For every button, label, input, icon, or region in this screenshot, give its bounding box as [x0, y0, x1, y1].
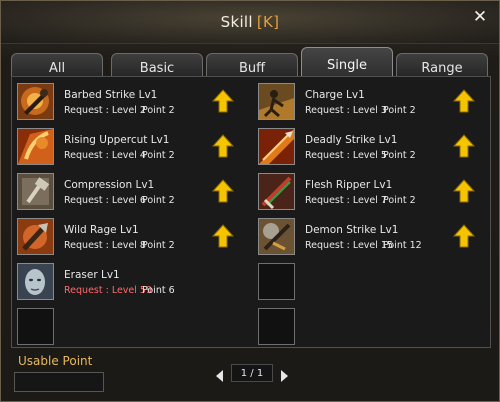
- tab-basic[interactable]: Basic: [111, 53, 203, 77]
- skill-point: Point 2: [142, 105, 175, 116]
- upgrade-arrow-icon[interactable]: [211, 224, 235, 248]
- empty-skill-row: [257, 306, 489, 351]
- chevron-left-icon: [216, 370, 223, 382]
- skill-request: Request : Level 2: [64, 105, 146, 116]
- tab-all[interactable]: All: [11, 53, 103, 77]
- tab-range[interactable]: Range: [396, 53, 488, 77]
- skill-request: Request : Level 7: [305, 195, 387, 206]
- charge-icon[interactable]: [258, 83, 295, 120]
- usable-point-label: Usable Point: [18, 354, 93, 368]
- skill-name: Compression Lv1: [64, 179, 155, 191]
- tab-buff[interactable]: Buff: [206, 53, 298, 77]
- empty-skill-slot[interactable]: [258, 308, 295, 345]
- wild-rage-icon[interactable]: [17, 218, 54, 255]
- close-button[interactable]: ✕: [471, 8, 489, 26]
- usable-point-field: [14, 372, 104, 392]
- skill-point: Point 2: [142, 195, 175, 206]
- upgrade-arrow-icon[interactable]: [452, 89, 476, 113]
- skill-name: Wild Rage Lv1: [64, 224, 139, 236]
- skill-point: Point 2: [383, 195, 416, 206]
- barbed-strike-icon[interactable]: [17, 83, 54, 120]
- skill-point: Point 2: [142, 150, 175, 161]
- skill-name: Barbed Strike Lv1: [64, 89, 158, 101]
- compression-icon[interactable]: [17, 173, 54, 210]
- empty-skill-row: [16, 306, 248, 351]
- skill-row[interactable]: Charge Lv1 Request : Level 3 Point 2: [257, 81, 489, 126]
- skill-name: Deadly Strike Lv1: [305, 134, 398, 146]
- prev-page-button[interactable]: [215, 367, 225, 382]
- skill-row[interactable]: Barbed Strike Lv1 Request : Level 2 Poin…: [16, 81, 248, 126]
- skill-point: Point 2: [383, 105, 416, 116]
- skill-point: Point 12: [383, 240, 422, 251]
- eraser-icon[interactable]: [17, 263, 54, 300]
- skill-point: Point 2: [142, 240, 175, 251]
- skill-row[interactable]: Deadly Strike Lv1 Request : Level 5 Poin…: [257, 126, 489, 171]
- upgrade-arrow-icon[interactable]: [211, 179, 235, 203]
- empty-skill-row: [257, 261, 489, 306]
- empty-skill-slot[interactable]: [17, 308, 54, 345]
- skill-name: Charge Lv1: [305, 89, 365, 101]
- deadly-strike-icon[interactable]: [258, 128, 295, 165]
- title-bar[interactable]: Skill [K] ✕: [1, 1, 499, 44]
- empty-skill-slot[interactable]: [258, 263, 295, 300]
- tab-single[interactable]: Single: [301, 47, 393, 77]
- skill-name: Eraser Lv1: [64, 269, 120, 281]
- tab-bar: All Basic Buff Single Range: [11, 47, 491, 77]
- upgrade-arrow-icon[interactable]: [211, 89, 235, 113]
- skill-request: Request : Level 4: [64, 150, 146, 161]
- upgrade-arrow-icon[interactable]: [452, 224, 476, 248]
- skill-request: Request : Level 59: [64, 285, 153, 296]
- chevron-right-icon: [281, 370, 288, 382]
- skill-name: Rising Uppercut Lv1: [64, 134, 170, 146]
- skill-name: Flesh Ripper Lv1: [305, 179, 393, 191]
- skill-column-left: Barbed Strike Lv1 Request : Level 2 Poin…: [16, 81, 248, 351]
- flesh-ripper-icon[interactable]: [258, 173, 295, 210]
- skill-request: Request : Level 3: [305, 105, 387, 116]
- rising-uppercut-icon[interactable]: [17, 128, 54, 165]
- skill-row[interactable]: Rising Uppercut Lv1 Request : Level 4 Po…: [16, 126, 248, 171]
- close-icon: ✕: [472, 7, 488, 27]
- skill-name: Demon Strike Lv1: [305, 224, 399, 236]
- skill-row[interactable]: Compression Lv1 Request : Level 6 Point …: [16, 171, 248, 216]
- next-page-button[interactable]: [279, 367, 289, 382]
- skill-request: Request : Level 5: [305, 150, 387, 161]
- skill-request: Request : Level 8: [64, 240, 146, 251]
- skill-row[interactable]: Flesh Ripper Lv1 Request : Level 7 Point…: [257, 171, 489, 216]
- skill-row[interactable]: Eraser Lv1 Request : Level 59 Point 6: [16, 261, 248, 306]
- skill-window: Skill [K] ✕ All Basic Buff Single Range B…: [0, 0, 500, 402]
- demon-strike-icon[interactable]: [258, 218, 295, 255]
- upgrade-arrow-icon[interactable]: [452, 179, 476, 203]
- skill-list-panel: Barbed Strike Lv1 Request : Level 2 Poin…: [11, 76, 491, 348]
- upgrade-arrow-icon[interactable]: [211, 134, 235, 158]
- window-title-text: Skill: [220, 13, 253, 31]
- page-indicator: 1 / 1: [231, 364, 273, 382]
- skill-point: Point 6: [142, 285, 175, 296]
- upgrade-arrow-icon[interactable]: [452, 134, 476, 158]
- skill-request: Request : Level 15: [305, 240, 394, 251]
- skill-point: Point 2: [383, 150, 416, 161]
- window-title: Skill [K]: [1, 13, 499, 31]
- skill-row[interactable]: Wild Rage Lv1 Request : Level 8 Point 2: [16, 216, 248, 261]
- skill-row[interactable]: Demon Strike Lv1 Request : Level 15 Poin…: [257, 216, 489, 261]
- hotkey-label: [K]: [256, 13, 280, 31]
- skill-request: Request : Level 6: [64, 195, 146, 206]
- skill-column-right: Charge Lv1 Request : Level 3 Point 2 Dea…: [257, 81, 489, 351]
